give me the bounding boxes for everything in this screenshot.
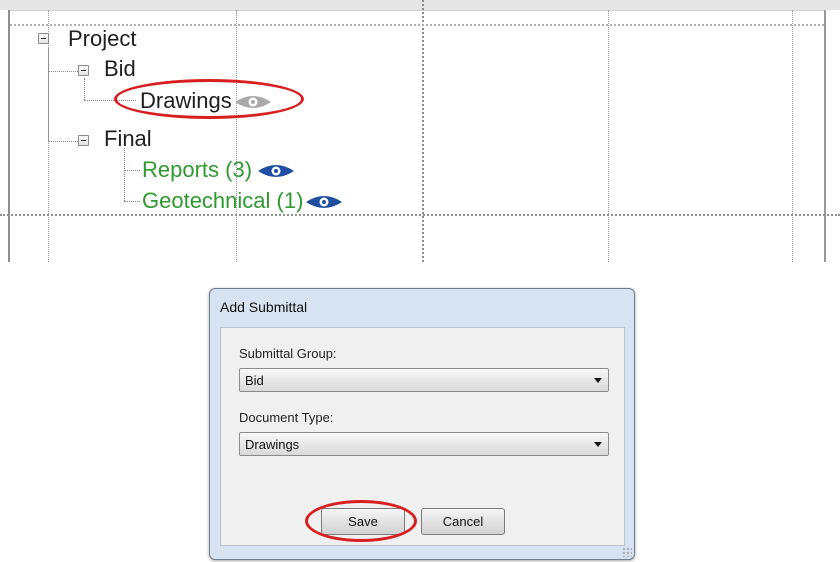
grid-line — [422, 0, 424, 262]
tree-connector — [48, 141, 78, 142]
grid-line — [0, 214, 840, 216]
tree-node-bid[interactable]: Bid — [104, 56, 136, 82]
document-type-select[interactable]: Drawings — [239, 432, 609, 456]
add-submittal-dialog: Add Submittal Submittal Group: Bid Docum… — [209, 288, 635, 560]
tree-connector — [124, 148, 125, 201]
highlight-circle — [305, 500, 417, 542]
tree-node-final[interactable]: Final — [104, 126, 152, 152]
tree-node-geotechnical[interactable]: Geotechnical (1) — [142, 188, 303, 214]
submittal-tree-panel: Project Bid Drawings Final Reports (3) G… — [0, 0, 840, 262]
collapse-final-toggle-icon[interactable] — [78, 135, 89, 146]
tree-connector — [48, 48, 49, 141]
collapse-project-toggle-icon[interactable] — [38, 33, 49, 44]
submittal-group-label: Submittal Group: — [239, 346, 337, 361]
panel-top-border — [8, 10, 826, 11]
eye-icon[interactable] — [304, 193, 344, 211]
tree-connector — [124, 170, 140, 171]
eye-icon[interactable] — [256, 162, 296, 180]
dialog-body: Submittal Group: Bid Document Type: Draw… — [220, 327, 625, 546]
resize-grip-icon[interactable] — [622, 547, 632, 557]
dialog-title: Add Submittal — [220, 299, 308, 315]
tree-node-project[interactable]: Project — [68, 26, 136, 52]
tree-connector — [48, 71, 78, 72]
highlight-circle — [114, 79, 304, 119]
panel-right-border — [824, 10, 826, 262]
chevron-down-icon[interactable] — [594, 378, 602, 383]
panel-top-band — [0, 0, 840, 10]
chevron-down-icon[interactable] — [594, 442, 602, 447]
grid-line — [608, 10, 609, 262]
cancel-button[interactable]: Cancel — [421, 508, 505, 535]
document-type-value: Drawings — [245, 437, 300, 452]
grid-line — [792, 10, 793, 262]
tree-node-reports[interactable]: Reports (3) — [142, 157, 252, 183]
submittal-group-value: Bid — [245, 373, 264, 388]
document-type-label: Document Type: — [239, 410, 334, 425]
grid-line — [236, 10, 237, 262]
submittal-group-select[interactable]: Bid — [239, 368, 609, 392]
tree-connector — [84, 78, 85, 100]
tree-connector — [124, 201, 140, 202]
collapse-bid-toggle-icon[interactable] — [78, 65, 89, 76]
panel-left-border — [8, 10, 10, 262]
